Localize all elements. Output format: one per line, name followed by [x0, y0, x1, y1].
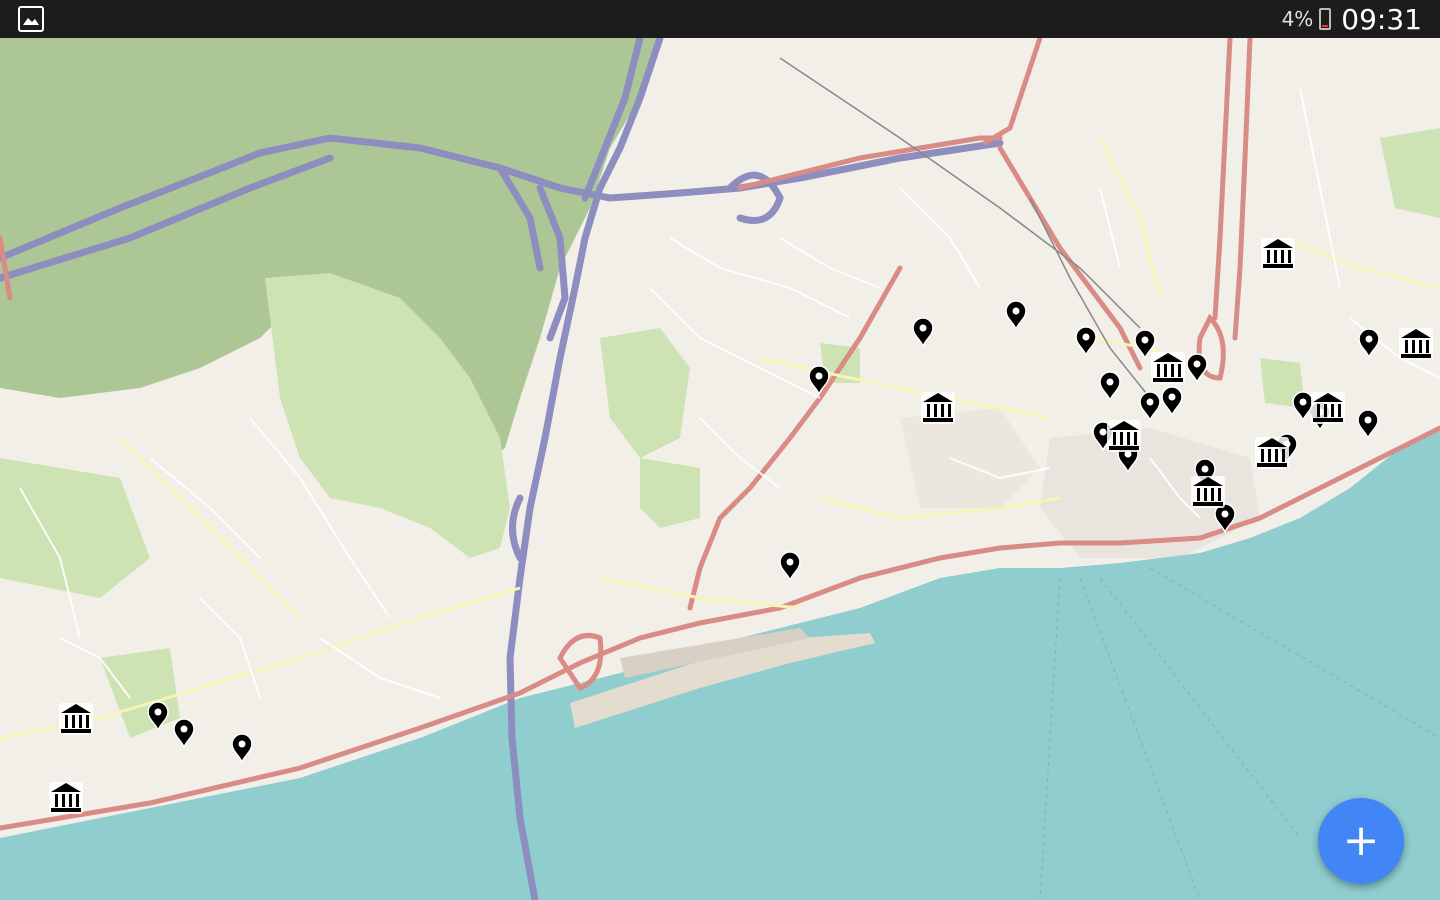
museum-icon[interactable]	[49, 782, 83, 814]
museum-icon[interactable]	[1191, 476, 1225, 508]
battery-icon	[1319, 8, 1332, 30]
battery-percent: 4%	[1281, 7, 1314, 31]
museum-icon[interactable]	[59, 703, 93, 735]
museum-icon[interactable]	[1261, 238, 1295, 270]
map-view[interactable]	[0, 38, 1440, 900]
museum-icon[interactable]	[1399, 328, 1433, 360]
clock: 09:31	[1341, 2, 1422, 36]
status-bar: 4% 09:31	[0, 0, 1440, 38]
map-canvas[interactable]	[0, 38, 1440, 900]
museum-icon[interactable]	[1151, 352, 1185, 384]
museum-icon[interactable]	[1107, 420, 1141, 452]
museum-icon[interactable]	[921, 392, 955, 424]
image-notification-icon	[18, 6, 44, 32]
add-button[interactable]: +	[1318, 798, 1404, 884]
museum-icon[interactable]	[1255, 437, 1289, 469]
museum-icon[interactable]	[1311, 392, 1345, 424]
